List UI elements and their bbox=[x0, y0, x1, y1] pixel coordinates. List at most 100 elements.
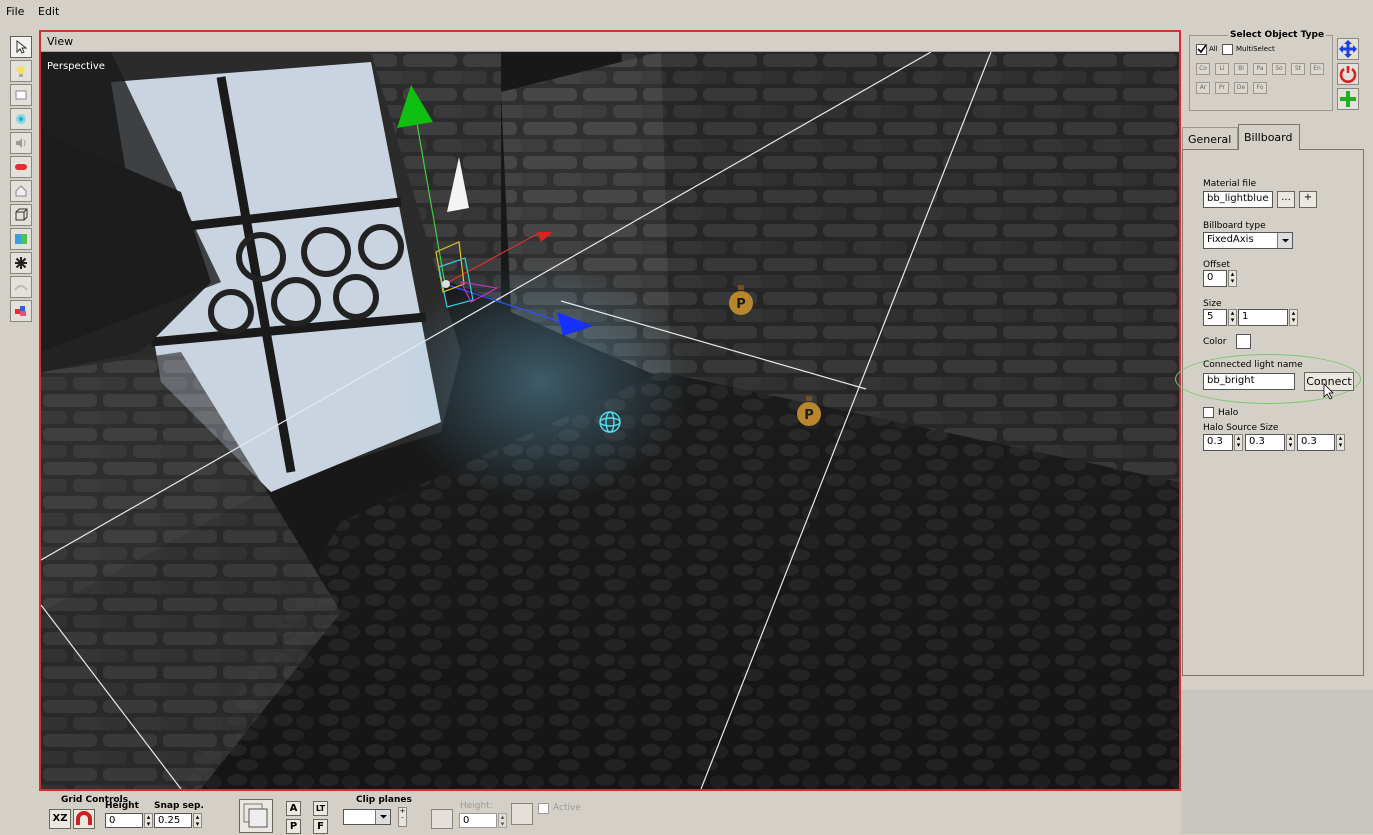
sound-tool-button[interactable] bbox=[10, 132, 32, 154]
color-swatch[interactable] bbox=[1236, 334, 1251, 349]
halo-x-spinner[interactable]: ▴ ▾ bbox=[1234, 434, 1243, 451]
halo-y-spinner[interactable]: ▴ ▾ bbox=[1286, 434, 1295, 451]
type-button-pr[interactable]: Pr bbox=[1215, 82, 1229, 94]
light-marker-1-label: P bbox=[736, 297, 746, 312]
tab-general[interactable]: General bbox=[1182, 127, 1238, 149]
snap-sep-label: Snap sep. bbox=[154, 801, 204, 811]
window-icon bbox=[15, 90, 27, 100]
star-icon bbox=[15, 257, 27, 269]
menu-bar: File Edit bbox=[0, 0, 1373, 26]
snap-sep-spinner[interactable]: ▴ ▾ bbox=[193, 813, 202, 828]
clip-height-label: Height: bbox=[460, 801, 493, 811]
clip-plane-color-button[interactable] bbox=[511, 803, 533, 825]
halo-checkbox[interactable] bbox=[1203, 407, 1214, 418]
browse-material-button[interactable]: ... bbox=[1277, 191, 1295, 208]
clip-plane-toggle[interactable] bbox=[431, 809, 453, 829]
view-a-button[interactable]: A bbox=[286, 801, 301, 816]
type-button-fo[interactable]: Fo bbox=[1253, 82, 1267, 94]
menu-file[interactable]: File bbox=[6, 5, 24, 18]
add-material-button[interactable]: + bbox=[1299, 191, 1317, 208]
snap-sep-input[interactable]: 0.25 bbox=[154, 813, 192, 828]
clip-height-spinner[interactable]: ▴ ▾ bbox=[498, 813, 507, 828]
fog-tool-button[interactable] bbox=[10, 228, 32, 250]
clip-active-label: Active bbox=[553, 803, 581, 813]
move-tool-button[interactable] bbox=[1337, 38, 1359, 60]
select-tool-button[interactable] bbox=[10, 36, 32, 58]
view-lt-button[interactable]: LT bbox=[313, 801, 328, 816]
connected-light-input[interactable]: bb_bright bbox=[1203, 373, 1295, 390]
view-layout-button[interactable] bbox=[239, 799, 273, 833]
tab-billboard-label: Billboard bbox=[1244, 131, 1293, 144]
viewport-title: View bbox=[47, 35, 74, 48]
type-button-li[interactable]: Li bbox=[1215, 63, 1229, 75]
type-button-so[interactable]: So bbox=[1272, 63, 1286, 75]
type-button-de[interactable]: De bbox=[1234, 82, 1248, 94]
scale-tool-button[interactable] bbox=[1337, 88, 1359, 110]
select-object-type-title: Select Object Type bbox=[1228, 30, 1327, 40]
multiselect-checkbox[interactable] bbox=[1222, 44, 1233, 55]
clip-plane-select[interactable] bbox=[343, 809, 391, 825]
halo-z-spinner[interactable]: ▴ ▾ bbox=[1336, 434, 1345, 451]
offset-spinner[interactable]: ▴ ▾ bbox=[1228, 270, 1237, 287]
grid-toggle-button[interactable] bbox=[73, 809, 95, 829]
all-checkbox[interactable] bbox=[1196, 44, 1207, 55]
offset-input[interactable]: 0 bbox=[1203, 270, 1227, 287]
clip-planes-title: Clip planes bbox=[356, 795, 412, 805]
grid-height-input[interactable]: 0 bbox=[105, 813, 143, 828]
type-button-co[interactable]: Co bbox=[1196, 63, 1210, 75]
color-label: Color bbox=[1203, 337, 1227, 347]
view-p-button[interactable]: P bbox=[286, 819, 301, 834]
clip-active-checkbox[interactable] bbox=[538, 803, 549, 814]
size-label: Size bbox=[1203, 299, 1222, 309]
size-y-input[interactable]: 1 bbox=[1238, 309, 1288, 326]
size-x-input[interactable]: 5 bbox=[1203, 309, 1227, 326]
capsule-icon bbox=[15, 164, 27, 170]
star-tool-button[interactable] bbox=[10, 252, 32, 274]
light-bulb-icon bbox=[17, 66, 25, 77]
clip-plane-spinner[interactable]: + - bbox=[398, 807, 407, 827]
bottom-controls: Grid Controls XZ Height 0 ▴ ▾ Snap sep. 0… bbox=[39, 793, 1181, 834]
menu-edit[interactable]: Edit bbox=[38, 5, 59, 18]
type-button-ar[interactable]: Ar bbox=[1196, 82, 1210, 94]
type-button-st[interactable]: St bbox=[1291, 63, 1305, 75]
sky-tool-button[interactable] bbox=[10, 276, 32, 298]
particle-tool-button[interactable] bbox=[10, 108, 32, 130]
billboard-type-label: Billboard type bbox=[1203, 221, 1266, 231]
billboard-tab-panel: Material file bb_lightblue ... + Billboa… bbox=[1175, 149, 1364, 676]
type-button-bi[interactable]: Bi bbox=[1234, 63, 1248, 75]
static-object-button[interactable] bbox=[10, 180, 32, 202]
tab-general-label: General bbox=[1188, 133, 1232, 146]
halo-y-input[interactable]: 0.3 bbox=[1245, 434, 1285, 451]
halo-z-input[interactable]: 0.3 bbox=[1297, 434, 1335, 451]
3d-viewport[interactable]: View P P Perspective bbox=[39, 30, 1181, 791]
area-tool-button[interactable] bbox=[10, 204, 32, 226]
size-y-spinner[interactable]: ▴ ▾ bbox=[1289, 309, 1298, 326]
view-f-button[interactable]: F bbox=[313, 819, 328, 834]
light-tool-button[interactable] bbox=[10, 60, 32, 82]
type-button-pa[interactable]: Pa bbox=[1253, 63, 1267, 75]
chevron-down-icon bbox=[375, 810, 390, 824]
xz-plane-button[interactable]: XZ bbox=[49, 809, 71, 829]
rotate-tool-button[interactable] bbox=[1337, 63, 1359, 85]
capsule-tool-button[interactable] bbox=[10, 156, 32, 178]
material-file-input[interactable]: bb_lightblue bbox=[1203, 191, 1273, 208]
grid-height-spinner[interactable]: ▴ ▾ bbox=[144, 813, 153, 828]
chevron-down-icon bbox=[1277, 233, 1292, 248]
window-tool-button[interactable] bbox=[10, 84, 32, 106]
viewport-header: View bbox=[41, 32, 1179, 52]
select-object-type-group: Select Object Type All MultiSelect Co Li… bbox=[1189, 30, 1333, 111]
clip-height-input[interactable]: 0 bbox=[459, 813, 497, 828]
scene-render[interactable]: P P bbox=[41, 52, 1179, 789]
combine-tool-button[interactable] bbox=[10, 300, 32, 322]
grid-height-label: Height bbox=[105, 801, 139, 811]
tab-billboard[interactable]: Billboard bbox=[1238, 124, 1300, 150]
light-marker-2-label: P bbox=[804, 408, 814, 423]
sky-icon bbox=[14, 285, 28, 291]
type-button-en[interactable]: En bbox=[1310, 63, 1324, 75]
billboard-type-select[interactable]: FixedAxis bbox=[1203, 232, 1293, 249]
offset-label: Offset bbox=[1203, 260, 1231, 270]
material-file-label: Material file bbox=[1203, 179, 1257, 189]
size-x-spinner[interactable]: ▴ ▾ bbox=[1228, 309, 1237, 326]
halo-x-input[interactable]: 0.3 bbox=[1203, 434, 1233, 451]
halo-source-size-label: Halo Source Size bbox=[1203, 423, 1279, 433]
